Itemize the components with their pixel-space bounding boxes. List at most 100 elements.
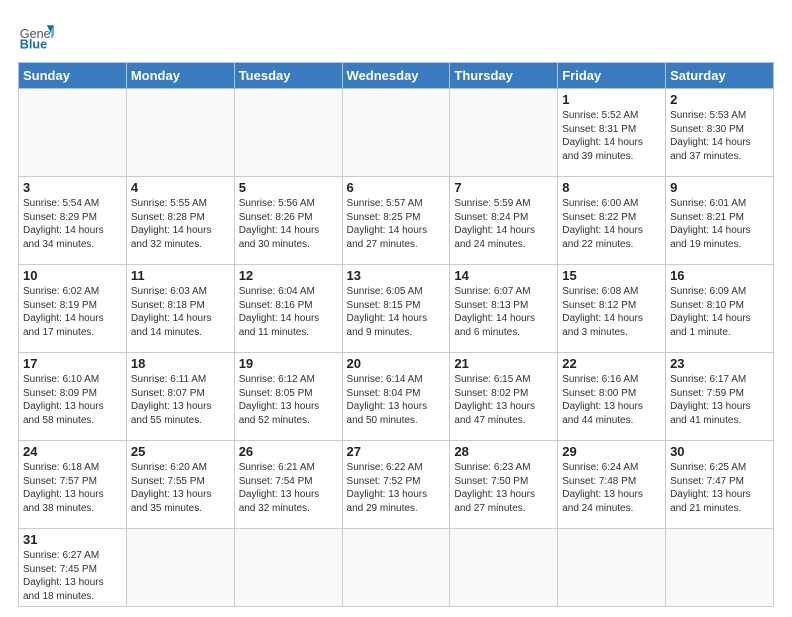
- cell-info: Sunrise: 6:24 AM Sunset: 7:48 PM Dayligh…: [562, 461, 661, 515]
- calendar-cell: 19Sunrise: 6:12 AM Sunset: 8:05 PM Dayli…: [234, 353, 342, 441]
- day-number: 9: [670, 180, 769, 195]
- day-number: 21: [454, 356, 553, 371]
- cell-info: Sunrise: 6:12 AM Sunset: 8:05 PM Dayligh…: [239, 373, 338, 427]
- day-number: 26: [239, 444, 338, 459]
- calendar-cell: 9 Sunrise: 6:01 AM Sunset: 8:21 PM Daylig…: [666, 177, 774, 265]
- calendar-cell: [450, 529, 558, 607]
- weekday-header-friday: Friday: [558, 63, 666, 89]
- day-number: 6: [347, 180, 446, 195]
- cell-info: Sunrise: 6:16 AM Sunset: 8:00 PM Dayligh…: [562, 373, 661, 427]
- calendar-cell: 11 Sunrise: 6:03 AM Sunset: 8:18 PM Dayli…: [126, 265, 234, 353]
- calendar-cell: 25Sunrise: 6:20 AM Sunset: 7:55 PM Dayli…: [126, 441, 234, 529]
- calendar-week-4: 17 Sunrise: 6:10 AM Sunset: 8:09 PM Dayli…: [19, 353, 774, 441]
- calendar-cell: 14 Sunrise: 6:07 AM Sunset: 8:13 PM Dayli…: [450, 265, 558, 353]
- cell-info: Sunrise: 6:07 AM Sunset: 8:13 PM Dayligh…: [454, 285, 553, 339]
- cell-info: Sunrise: 6:25 AM Sunset: 7:47 PM Dayligh…: [670, 461, 769, 515]
- calendar-week-5: 24 Sunrise: 6:18 AM Sunset: 7:57 PM Dayli…: [19, 441, 774, 529]
- day-number: 16: [670, 268, 769, 283]
- calendar-week-3: 10 Sunrise: 6:02 AM Sunset: 8:19 PM Dayli…: [19, 265, 774, 353]
- calendar-cell: 17 Sunrise: 6:10 AM Sunset: 8:09 PM Dayli…: [19, 353, 127, 441]
- cell-info: Sunrise: 6:05 AM Sunset: 8:15 PM Dayligh…: [347, 285, 446, 339]
- calendar-cell: 27 Sunrise: 6:22 AM Sunset: 7:52 PM Dayli…: [342, 441, 450, 529]
- day-number: 27: [347, 444, 446, 459]
- day-number: 24: [23, 444, 122, 459]
- cell-info: Sunrise: 6:17 AM Sunset: 7:59 PM Dayligh…: [670, 373, 769, 427]
- cell-info: Sunrise: 5:55 AM Sunset: 8:28 PM Dayligh…: [131, 197, 230, 251]
- logo: General Blue: [18, 18, 54, 54]
- day-number: 31: [23, 532, 122, 547]
- cell-info: Sunrise: 6:15 AM Sunset: 8:02 PM Dayligh…: [454, 373, 553, 427]
- calendar-cell: [450, 89, 558, 177]
- calendar-cell: 15 Sunrise: 6:08 AM Sunset: 8:12 PM Dayli…: [558, 265, 666, 353]
- calendar-cell: 26 Sunrise: 6:21 AM Sunset: 7:54 PM Dayli…: [234, 441, 342, 529]
- logo-icon: General Blue: [18, 18, 54, 54]
- calendar-cell: 31 Sunrise: 6:27 AM Sunset: 7:45 PM Dayli…: [19, 529, 127, 607]
- cell-info: Sunrise: 6:10 AM Sunset: 8:09 PM Dayligh…: [23, 373, 122, 427]
- cell-info: Sunrise: 6:21 AM Sunset: 7:54 PM Dayligh…: [239, 461, 338, 515]
- cell-info: Sunrise: 6:22 AM Sunset: 7:52 PM Dayligh…: [347, 461, 446, 515]
- calendar-cell: [666, 529, 774, 607]
- calendar-cell: 10 Sunrise: 6:02 AM Sunset: 8:19 PM Dayli…: [19, 265, 127, 353]
- calendar-cell: [19, 89, 127, 177]
- calendar-cell: 13Sunrise: 6:05 AM Sunset: 8:15 PM Dayli…: [342, 265, 450, 353]
- calendar-cell: 16 Sunrise: 6:09 AM Sunset: 8:10 PM Dayli…: [666, 265, 774, 353]
- cell-info: Sunrise: 5:59 AM Sunset: 8:24 PM Dayligh…: [454, 197, 553, 251]
- cell-info: Sunrise: 6:03 AM Sunset: 8:18 PM Dayligh…: [131, 285, 230, 339]
- weekday-header-sunday: Sunday: [19, 63, 127, 89]
- calendar-cell: 1 Sunrise: 5:52 AM Sunset: 8:31 PM Daylig…: [558, 89, 666, 177]
- calendar-week-1: 1 Sunrise: 5:52 AM Sunset: 8:31 PM Daylig…: [19, 89, 774, 177]
- weekday-header-saturday: Saturday: [666, 63, 774, 89]
- day-number: 5: [239, 180, 338, 195]
- day-number: 11: [131, 268, 230, 283]
- day-number: 2: [670, 92, 769, 107]
- cell-info: Sunrise: 6:18 AM Sunset: 7:57 PM Dayligh…: [23, 461, 122, 515]
- cell-info: Sunrise: 5:56 AM Sunset: 8:26 PM Dayligh…: [239, 197, 338, 251]
- day-number: 22: [562, 356, 661, 371]
- cell-info: Sunrise: 6:08 AM Sunset: 8:12 PM Dayligh…: [562, 285, 661, 339]
- svg-text:Blue: Blue: [20, 38, 47, 52]
- day-number: 7: [454, 180, 553, 195]
- calendar-cell: 7 Sunrise: 5:59 AM Sunset: 8:24 PM Daylig…: [450, 177, 558, 265]
- day-number: 20: [347, 356, 446, 371]
- cell-info: Sunrise: 6:00 AM Sunset: 8:22 PM Dayligh…: [562, 197, 661, 251]
- cell-info: Sunrise: 6:20 AM Sunset: 7:55 PM Dayligh…: [131, 461, 230, 515]
- day-number: 15: [562, 268, 661, 283]
- weekday-header-tuesday: Tuesday: [234, 63, 342, 89]
- header: General Blue: [18, 18, 774, 54]
- cell-info: Sunrise: 5:52 AM Sunset: 8:31 PM Dayligh…: [562, 109, 661, 163]
- calendar-cell: [342, 529, 450, 607]
- weekday-header-row: SundayMondayTuesdayWednesdayThursdayFrid…: [19, 63, 774, 89]
- calendar-page: General Blue SundayMondayTuesdayWednesda…: [0, 0, 792, 617]
- day-number: 8: [562, 180, 661, 195]
- cell-info: Sunrise: 6:02 AM Sunset: 8:19 PM Dayligh…: [23, 285, 122, 339]
- calendar-cell: [126, 89, 234, 177]
- day-number: 14: [454, 268, 553, 283]
- calendar-cell: 29 Sunrise: 6:24 AM Sunset: 7:48 PM Dayli…: [558, 441, 666, 529]
- calendar-cell: 6Sunrise: 5:57 AM Sunset: 8:25 PM Daylig…: [342, 177, 450, 265]
- cell-info: Sunrise: 6:27 AM Sunset: 7:45 PM Dayligh…: [23, 549, 122, 603]
- day-number: 4: [131, 180, 230, 195]
- calendar-week-2: 3 Sunrise: 5:54 AM Sunset: 8:29 PM Daylig…: [19, 177, 774, 265]
- calendar-table: SundayMondayTuesdayWednesdayThursdayFrid…: [18, 62, 774, 607]
- day-number: 30: [670, 444, 769, 459]
- day-number: 3: [23, 180, 122, 195]
- day-number: 29: [562, 444, 661, 459]
- calendar-week-6: 31 Sunrise: 6:27 AM Sunset: 7:45 PM Dayli…: [19, 529, 774, 607]
- calendar-cell: 23 Sunrise: 6:17 AM Sunset: 7:59 PM Dayli…: [666, 353, 774, 441]
- day-number: 23: [670, 356, 769, 371]
- day-number: 17: [23, 356, 122, 371]
- cell-info: Sunrise: 6:11 AM Sunset: 8:07 PM Dayligh…: [131, 373, 230, 427]
- cell-info: Sunrise: 6:09 AM Sunset: 8:10 PM Dayligh…: [670, 285, 769, 339]
- calendar-cell: 12Sunrise: 6:04 AM Sunset: 8:16 PM Dayli…: [234, 265, 342, 353]
- day-number: 18: [131, 356, 230, 371]
- cell-info: Sunrise: 5:54 AM Sunset: 8:29 PM Dayligh…: [23, 197, 122, 251]
- calendar-cell: 2Sunrise: 5:53 AM Sunset: 8:30 PM Daylig…: [666, 89, 774, 177]
- day-number: 1: [562, 92, 661, 107]
- cell-info: Sunrise: 6:01 AM Sunset: 8:21 PM Dayligh…: [670, 197, 769, 251]
- day-number: 10: [23, 268, 122, 283]
- calendar-cell: 20Sunrise: 6:14 AM Sunset: 8:04 PM Dayli…: [342, 353, 450, 441]
- cell-info: Sunrise: 6:23 AM Sunset: 7:50 PM Dayligh…: [454, 461, 553, 515]
- calendar-cell: 8 Sunrise: 6:00 AM Sunset: 8:22 PM Daylig…: [558, 177, 666, 265]
- calendar-cell: [558, 529, 666, 607]
- calendar-cell: [342, 89, 450, 177]
